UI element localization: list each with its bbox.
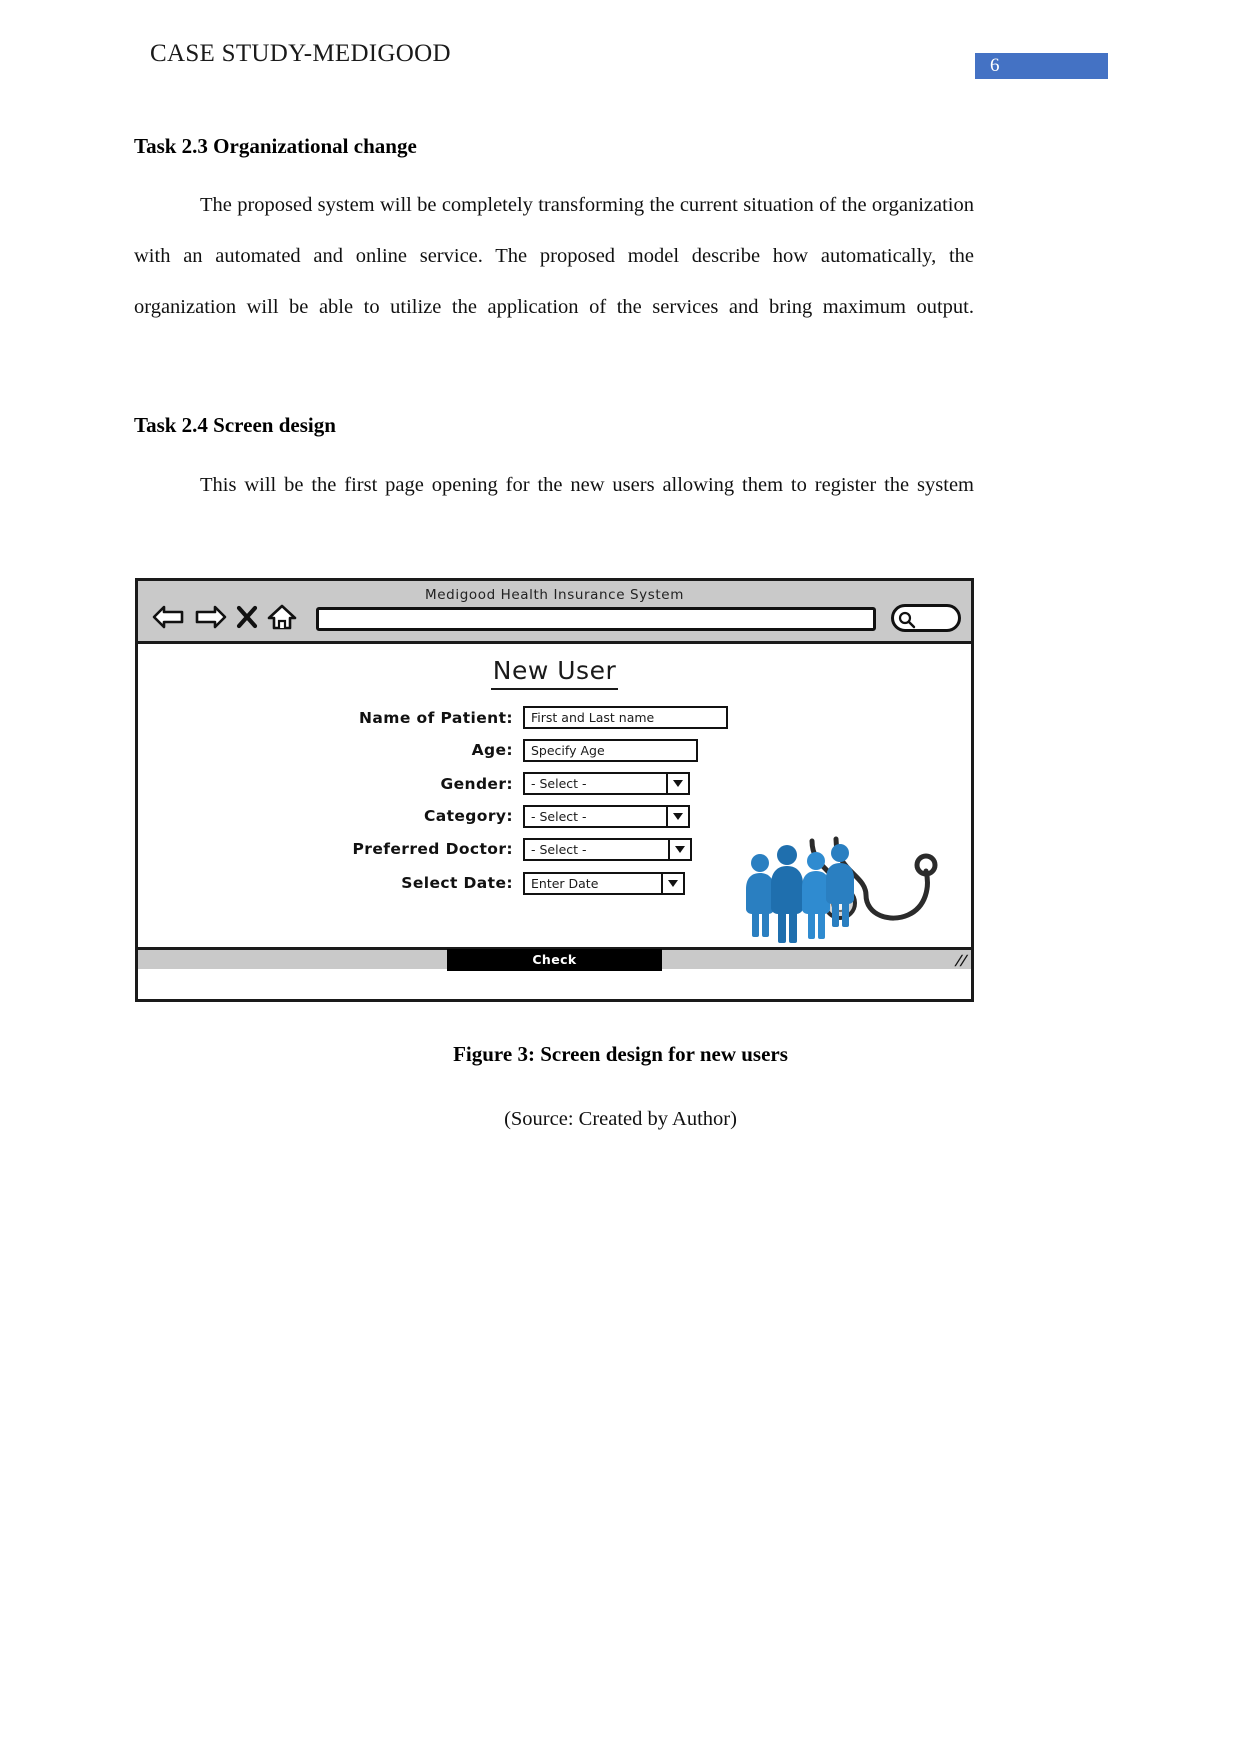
form-title: New User: [138, 656, 971, 690]
form-row-category: Category: - Select -: [138, 800, 971, 832]
mockup-window-title: Medigood Health Insurance System: [425, 587, 684, 603]
page-number-badge: 6: [975, 53, 1108, 79]
select-preferred-doctor[interactable]: - Select -: [523, 837, 670, 861]
gender-dropdown-button[interactable]: [668, 772, 690, 795]
paragraph-task-2-4-text: This will be the first page opening for …: [200, 474, 974, 496]
url-address-bar[interactable]: [316, 607, 876, 631]
forward-arrow-icon[interactable]: [194, 604, 227, 630]
heading-task-2-3: Task 2.3 Organizational change: [134, 134, 417, 158]
figure-caption: Figure 3: Screen design for new users: [453, 1042, 788, 1066]
paragraph-task-2-4: This will be the first page opening for …: [134, 460, 974, 562]
browser-search-field[interactable]: [891, 604, 961, 632]
field-wrap-preferred-doctor: - Select -: [523, 837, 692, 861]
form-title-text: New User: [490, 656, 619, 690]
input-age[interactable]: Specify Age: [523, 738, 698, 762]
input-select-date[interactable]: Enter Date: [523, 871, 663, 895]
form-row-age: Age: Specify Age: [138, 733, 971, 767]
select-category[interactable]: - Select -: [523, 804, 668, 828]
label-gender: Gender:: [440, 774, 513, 793]
home-icon[interactable]: [267, 603, 297, 631]
label-name-of-patient: Name of Patient:: [359, 708, 513, 727]
mockup-statusbar: Check //: [138, 947, 971, 971]
select-gender[interactable]: - Select -: [523, 772, 668, 795]
paragraph-task-2-3-text: The proposed system will be completely t…: [134, 194, 974, 318]
paragraph-task-2-3: The proposed system will be completely t…: [134, 180, 974, 384]
field-wrap-category: - Select -: [523, 804, 690, 828]
chevron-down-icon: [675, 845, 685, 853]
mockup-content-area: New User Name of Patient: First and Last…: [138, 644, 971, 971]
running-header-title: CASE STUDY-MEDIGOOD: [150, 40, 451, 67]
search-magnifier-icon: [898, 611, 916, 629]
close-x-icon[interactable]: [236, 604, 258, 630]
label-age: Age:: [471, 741, 513, 759]
field-wrap-gender: - Select -: [523, 772, 690, 795]
form-row-name: Name of Patient: First and Last name: [138, 702, 971, 733]
chevron-down-icon: [668, 879, 678, 887]
field-wrap-age: Specify Age: [523, 738, 698, 762]
date-picker-button[interactable]: [663, 871, 685, 895]
label-category: Category:: [423, 807, 513, 825]
chevron-down-icon: [673, 812, 683, 820]
browser-nav-icons: [152, 603, 297, 631]
field-wrap-name: First and Last name: [523, 706, 728, 729]
preferred-doctor-dropdown-button[interactable]: [670, 837, 692, 861]
check-button[interactable]: Check: [447, 948, 662, 971]
field-wrap-select-date: Enter Date: [523, 871, 685, 895]
back-arrow-icon[interactable]: [152, 604, 185, 630]
people-and-stethoscope-image: [740, 831, 965, 951]
resize-grip-icon[interactable]: //: [953, 953, 968, 969]
category-dropdown-button[interactable]: [668, 804, 690, 828]
chevron-down-icon: [673, 780, 683, 787]
figure-source: (Source: Created by Author): [504, 1108, 737, 1130]
mockup-titlebar: Medigood Health Insurance System: [138, 581, 971, 644]
form-row-gender: Gender: - Select -: [138, 767, 971, 800]
label-select-date: Select Date:: [401, 874, 513, 892]
input-name-of-patient[interactable]: First and Last name: [523, 706, 728, 729]
page-header: CASE STUDY-MEDIGOOD 6: [0, 0, 1241, 100]
screen-design-mockup: Medigood Health Insurance System New Use…: [135, 578, 974, 1002]
label-preferred-doctor: Preferred Doctor:: [352, 840, 513, 858]
heading-task-2-4: Task 2.4 Screen design: [134, 413, 336, 437]
